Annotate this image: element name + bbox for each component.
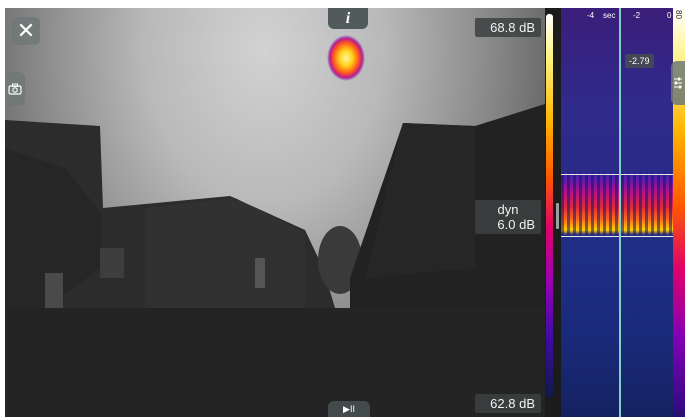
dynamic-range-button[interactable]: dyn 6.0 dB bbox=[475, 200, 541, 234]
freq-bottom-label: 0 bbox=[674, 410, 683, 415]
time-axis: -4 sec -2 0 bbox=[561, 8, 673, 24]
sliders-icon bbox=[674, 77, 682, 89]
dyn-value: 6.0 dB bbox=[497, 217, 535, 232]
band-lower-line bbox=[561, 236, 673, 237]
window-small bbox=[255, 258, 265, 288]
window-middle bbox=[100, 248, 124, 278]
middle-house bbox=[145, 198, 305, 308]
level-colorbar[interactable] bbox=[546, 14, 553, 398]
ground bbox=[5, 308, 545, 417]
close-icon: ✕ bbox=[16, 18, 36, 43]
spectrogram[interactable]: -4 sec -2 0 -2.79 bbox=[561, 8, 673, 417]
spectrogram-signal-band bbox=[561, 173, 673, 235]
colorbar-handle[interactable] bbox=[556, 203, 559, 229]
camera-icon bbox=[8, 83, 22, 95]
band-upper-line bbox=[561, 174, 673, 175]
app-frame: ✕ i ▶II 68.8 dB dyn 6.0 dB 62.8 dB -4 se… bbox=[5, 8, 685, 417]
tick-zero: 0 bbox=[667, 11, 672, 20]
play-pause-button[interactable]: ▶II bbox=[328, 401, 370, 417]
camera-scene bbox=[5, 35, 545, 417]
time-cursor[interactable] bbox=[619, 8, 621, 417]
tick-minus-4: -4 bbox=[587, 11, 595, 20]
camera-view[interactable]: ✕ i ▶II 68.8 dB dyn 6.0 dB 62.8 dB bbox=[5, 8, 545, 417]
close-button[interactable]: ✕ bbox=[12, 17, 40, 45]
settings-button[interactable] bbox=[671, 61, 685, 105]
tick-minus-2: -2 bbox=[633, 11, 641, 20]
cursor-time-badge: -2.79 bbox=[625, 54, 654, 68]
freq-top-label: 80 bbox=[674, 10, 683, 19]
sound-hotspot bbox=[327, 35, 365, 81]
dyn-label: dyn bbox=[497, 202, 519, 217]
tick-sec: sec bbox=[603, 11, 616, 20]
min-level-label: 62.8 dB bbox=[475, 394, 541, 413]
info-icon: i bbox=[345, 9, 351, 27]
info-button[interactable]: i bbox=[328, 8, 368, 29]
play-pause-icon: ▶II bbox=[343, 403, 355, 414]
camera-button[interactable] bbox=[5, 72, 25, 106]
max-level-label: 68.8 dB bbox=[475, 18, 541, 37]
